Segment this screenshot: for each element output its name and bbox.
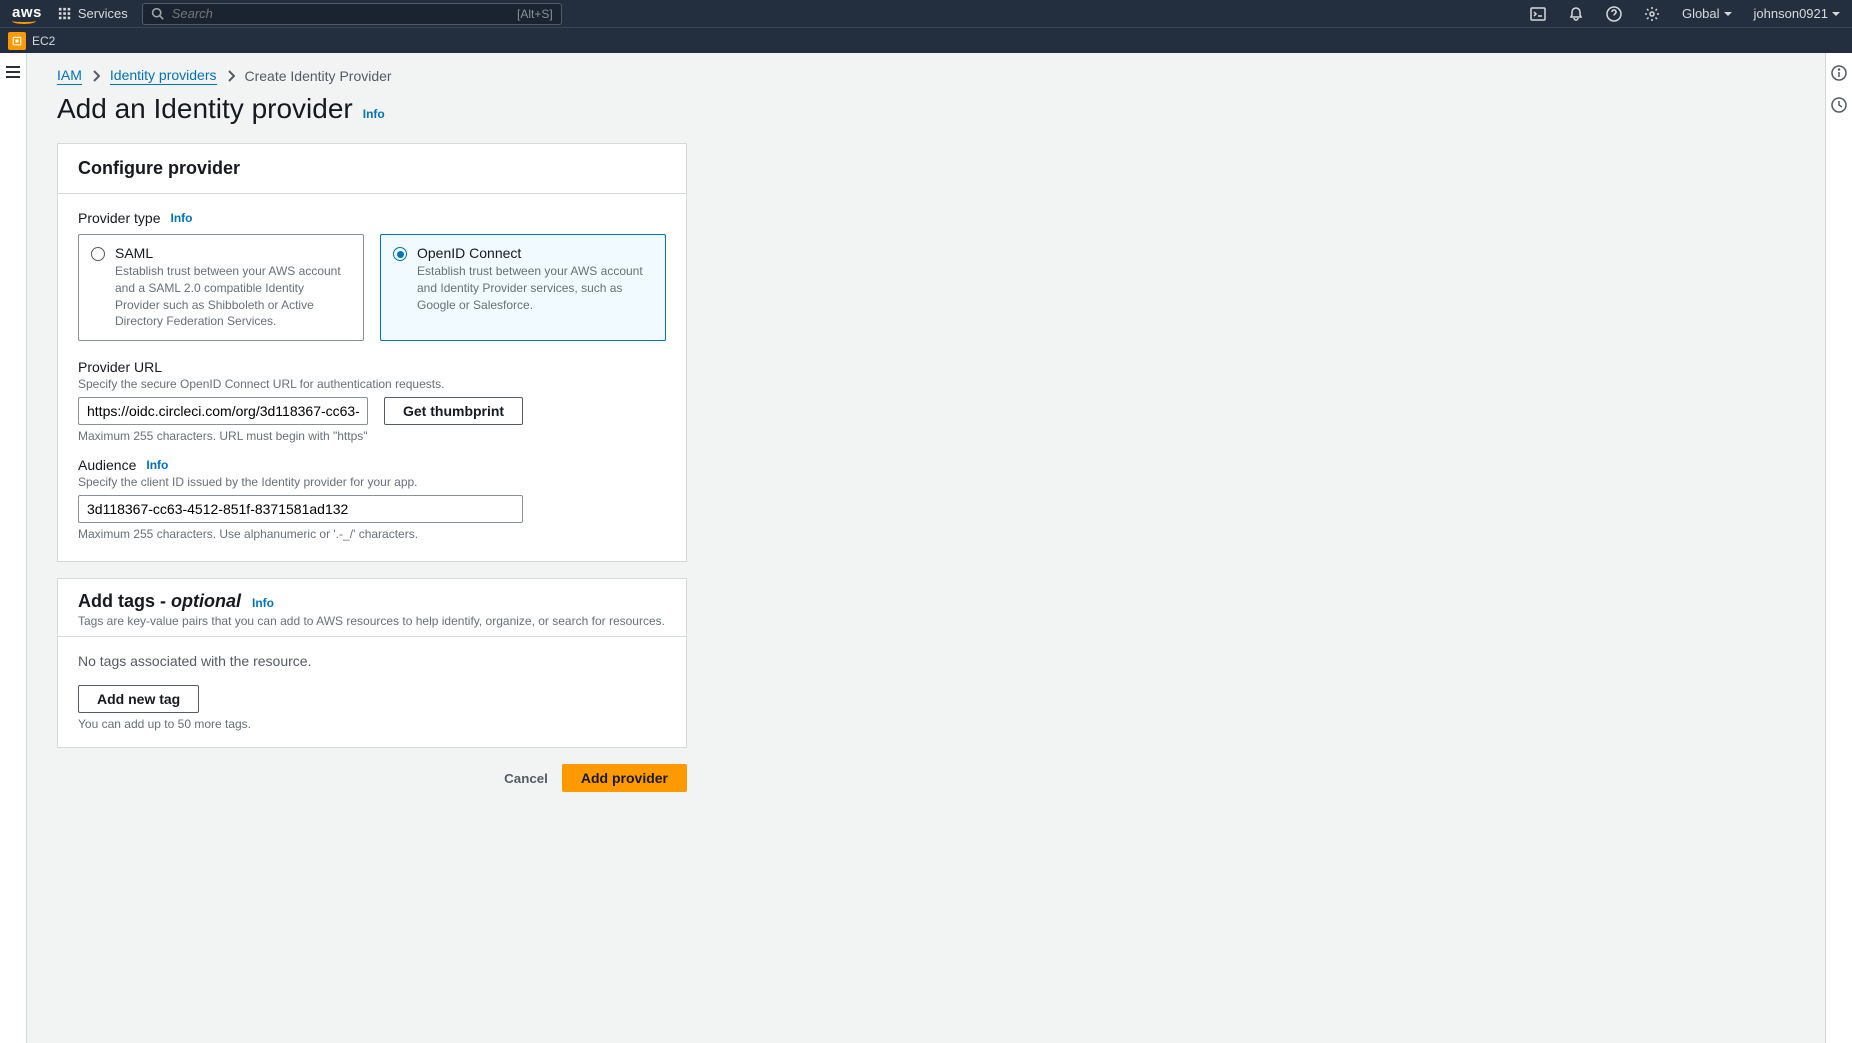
ec2-label: EC2 [32, 34, 55, 48]
oidc-desc: Establish trust between your AWS account… [417, 263, 653, 313]
grid-icon [58, 7, 72, 21]
tags-title-optional: optional [171, 591, 241, 611]
search-box[interactable]: [Alt+S] [142, 3, 562, 25]
region-label: Global [1682, 6, 1720, 21]
oidc-title: OpenID Connect [417, 245, 653, 261]
chevron-right-icon [92, 70, 100, 82]
configure-header: Configure provider [78, 158, 666, 179]
provider-url-hint: Specify the secure OpenID Connect URL fo… [78, 377, 666, 391]
provider-url-input[interactable] [78, 397, 368, 425]
provider-type-label: Provider type Info [78, 210, 666, 226]
provider-url-constraint: Maximum 255 characters. URL must begin w… [78, 429, 666, 443]
info-link[interactable]: Info [252, 596, 274, 610]
page-title-text: Add an Identity provider [57, 93, 353, 125]
audience-label: Audience Info [78, 457, 666, 473]
audience-hint: Specify the client ID issued by the Iden… [78, 475, 666, 489]
region-selector[interactable]: Global [1682, 6, 1732, 21]
breadcrumb-iam[interactable]: IAM [57, 67, 82, 85]
search-input[interactable] [172, 6, 517, 21]
tags-header: Add tags - optional Info Tags are key-va… [58, 579, 686, 637]
audience-label-text: Audience [78, 457, 136, 473]
provider-url-label: Provider URL [78, 359, 666, 375]
audience-input[interactable] [78, 495, 523, 523]
radio-icon [393, 247, 407, 261]
tags-title-prefix: Add tags - [78, 591, 171, 611]
info-panel-icon[interactable] [1831, 65, 1847, 81]
services-menu[interactable]: Services [58, 6, 128, 21]
saml-title: SAML [115, 245, 351, 261]
hamburger-icon [5, 65, 21, 79]
get-thumbprint-button[interactable]: Get thumbprint [384, 397, 523, 425]
nav-icons: Global johnson0921 [1530, 6, 1840, 22]
tags-title: Add tags - optional Info [78, 591, 666, 612]
tags-limit: You can add up to 50 more tags. [78, 717, 666, 731]
account-menu[interactable]: johnson0921 [1754, 6, 1840, 21]
right-sidebar [1825, 53, 1852, 1043]
cancel-button[interactable]: Cancel [504, 771, 548, 786]
breadcrumb: IAM Identity providers Create Identity P… [57, 67, 1795, 85]
search-icon [151, 7, 164, 20]
chevron-down-icon [1832, 12, 1840, 16]
add-tags-panel: Add tags - optional Info Tags are key-va… [57, 578, 687, 748]
provider-type-text: Provider type [78, 210, 160, 226]
page-title: Add an Identity provider Info [57, 93, 1795, 125]
info-link[interactable]: Info [170, 211, 192, 225]
bell-icon[interactable] [1568, 6, 1584, 22]
no-tags-message: No tags associated with the resource. [78, 653, 666, 669]
main-content: IAM Identity providers Create Identity P… [27, 53, 1825, 1043]
info-link[interactable]: Info [363, 107, 385, 121]
saml-desc: Establish trust between your AWS account… [115, 263, 351, 330]
service-bar: EC2 [0, 27, 1852, 53]
tags-subtitle: Tags are key-value pairs that you can ad… [78, 614, 666, 628]
cloudshell-icon[interactable] [1530, 6, 1546, 22]
breadcrumb-current: Create Identity Provider [245, 68, 392, 84]
gear-icon[interactable] [1644, 6, 1660, 22]
info-link[interactable]: Info [146, 458, 168, 472]
audience-constraint: Maximum 255 characters. Use alphanumeric… [78, 527, 666, 541]
top-nav: aws Services [Alt+S] Global johnson0921 [0, 0, 1852, 27]
radio-icon [91, 247, 105, 261]
chevron-right-icon [227, 70, 235, 82]
configure-provider-panel: Configure provider Provider type Info SA… [57, 143, 687, 562]
ec2-service-link[interactable]: EC2 [8, 32, 55, 50]
provider-type-saml[interactable]: SAML Establish trust between your AWS ac… [78, 234, 364, 341]
user-label: johnson0921 [1754, 6, 1828, 21]
panel-header: Configure provider [58, 144, 686, 194]
form-actions: Cancel Add provider [57, 764, 687, 792]
aws-logo[interactable]: aws [12, 4, 42, 24]
search-shortcut: [Alt+S] [517, 7, 553, 21]
add-provider-button[interactable]: Add provider [562, 764, 687, 792]
left-sidebar-toggle[interactable] [0, 53, 27, 1043]
chevron-down-icon [1724, 12, 1732, 16]
aws-logo-text: aws [12, 4, 42, 21]
add-new-tag-button[interactable]: Add new tag [78, 685, 199, 713]
ec2-icon [8, 32, 26, 50]
history-icon[interactable] [1831, 97, 1847, 113]
services-label: Services [78, 6, 128, 21]
help-icon[interactable] [1606, 6, 1622, 22]
breadcrumb-providers[interactable]: Identity providers [110, 67, 217, 85]
provider-type-openid[interactable]: OpenID Connect Establish trust between y… [380, 234, 666, 341]
